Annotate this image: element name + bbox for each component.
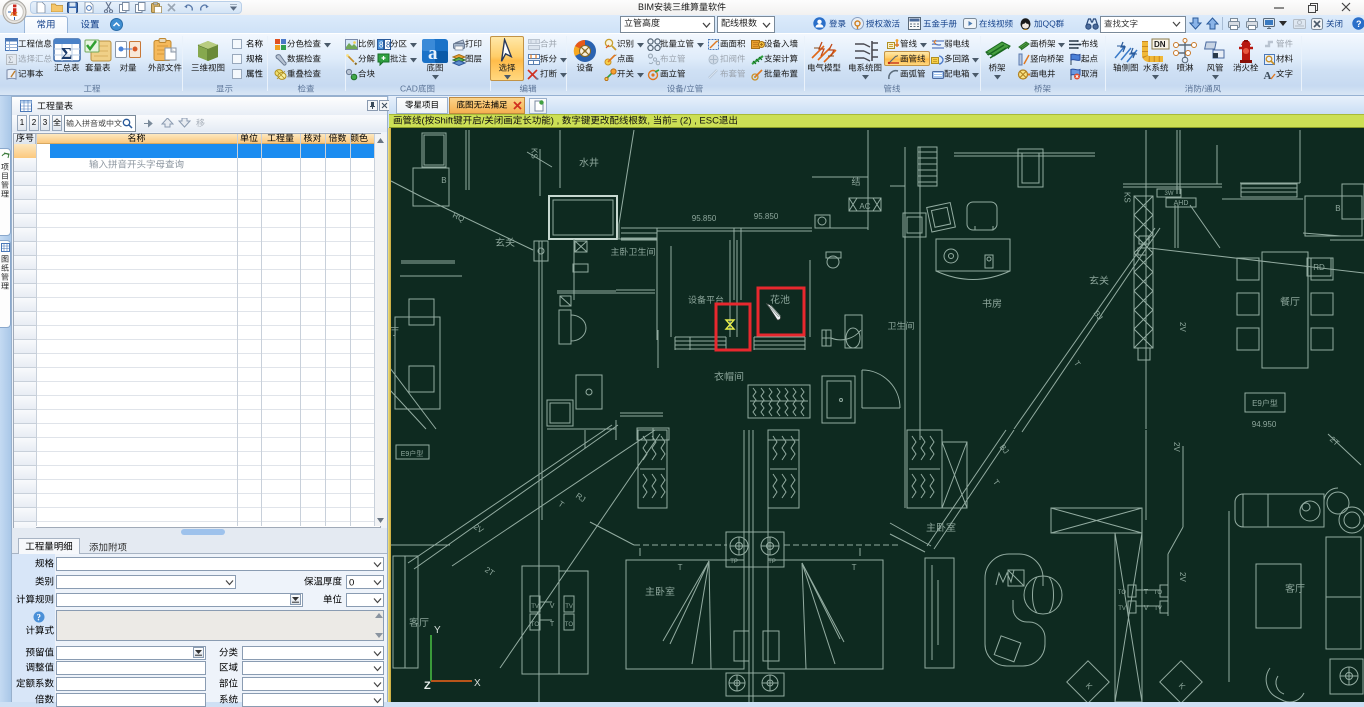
svg-text:T: T [852,563,857,572]
svg-text:Σ: Σ [61,44,72,62]
svg-text:,: , [647,116,652,127]
svg-text:T: T [550,621,555,628]
svg-text:2T: 2T [1328,435,1341,448]
svg-text:B: B [1335,204,1340,213]
svg-text:2V: 2V [1172,442,1181,452]
svg-text:2: 2 [31,118,36,127]
svg-text:KS: KS [530,148,539,159]
svg-text:X: X [474,678,481,689]
svg-text:RD: RD [1313,263,1325,272]
svg-text:?: ? [37,613,42,623]
svg-text:CAD: CAD [400,84,418,94]
svg-text:TO: TO [1154,590,1163,596]
svg-text:V: V [550,603,555,610]
svg-text:TV: TV [1154,606,1162,612]
svg-text:0: 0 [349,578,354,589]
svg-text:KS: KS [1123,192,1132,203]
svg-text:T: T [991,478,1001,487]
svg-text:TO: TO [565,622,574,628]
svg-text:/: / [1202,84,1205,94]
svg-text:Z: Z [424,680,431,692]
svg-text:) ,: ) , [551,116,562,127]
svg-text:TV: TV [1118,606,1126,612]
svg-text:T: T [678,563,683,572]
svg-text:K: K [1177,681,1188,692]
svg-text:1: 1 [20,118,25,127]
svg-text:TV: TV [531,604,539,610]
svg-text:?: ? [1356,19,1362,29]
svg-text:2V: 2V [472,522,486,535]
svg-text:BJ: BJ [998,443,1011,456]
svg-text:TO: TO [1118,590,1127,596]
svg-text:BIM: BIM [638,2,654,12]
svg-text:Shift: Shift [434,116,453,127]
svg-text:2V: 2V [1178,322,1187,332]
svg-text:2T: 2T [483,565,496,578]
svg-text:B: B [441,176,446,185]
svg-text:AHD: AHD [1174,200,1189,207]
svg-text:RQ: RQ [451,211,466,224]
svg-text:QQ: QQ [1043,19,1057,29]
svg-text:E9: E9 [1252,399,1262,408]
svg-text:(: ( [422,116,426,127]
svg-text:8: 8 [379,41,384,50]
svg-text:3W: 3W [1165,191,1174,197]
svg-text:94.950: 94.950 [1252,420,1277,429]
svg-text:= (2) , ESC: = (2) , ESC [672,116,719,127]
svg-text:T: T [556,499,565,509]
svg-text:T: T [1072,359,1082,368]
svg-text:TO: TO [531,622,540,628]
svg-text:K: K [1084,681,1095,692]
svg-text:E9: E9 [401,451,410,458]
svg-text:Σ: Σ [8,55,13,65]
svg-text:Y: Y [434,625,441,636]
svg-text:RJ: RJ [574,491,587,504]
svg-text:AC: AC [859,202,870,211]
svg-text:AZ: AZ [10,12,18,18]
svg-text:2V: 2V [1178,572,1187,582]
svg-text:A: A [1264,70,1272,81]
svg-text:a: a [428,43,438,64]
svg-text:/: / [482,116,485,127]
svg-text:95.850: 95.850 [692,214,717,223]
svg-text:TV: TV [565,604,573,610]
svg-text:/: / [684,84,687,94]
svg-text:95.850: 95.850 [754,212,779,221]
svg-text:3: 3 [43,118,48,127]
svg-text:BJ: BJ [1092,309,1105,322]
svg-text:DN: DN [1154,40,1166,49]
